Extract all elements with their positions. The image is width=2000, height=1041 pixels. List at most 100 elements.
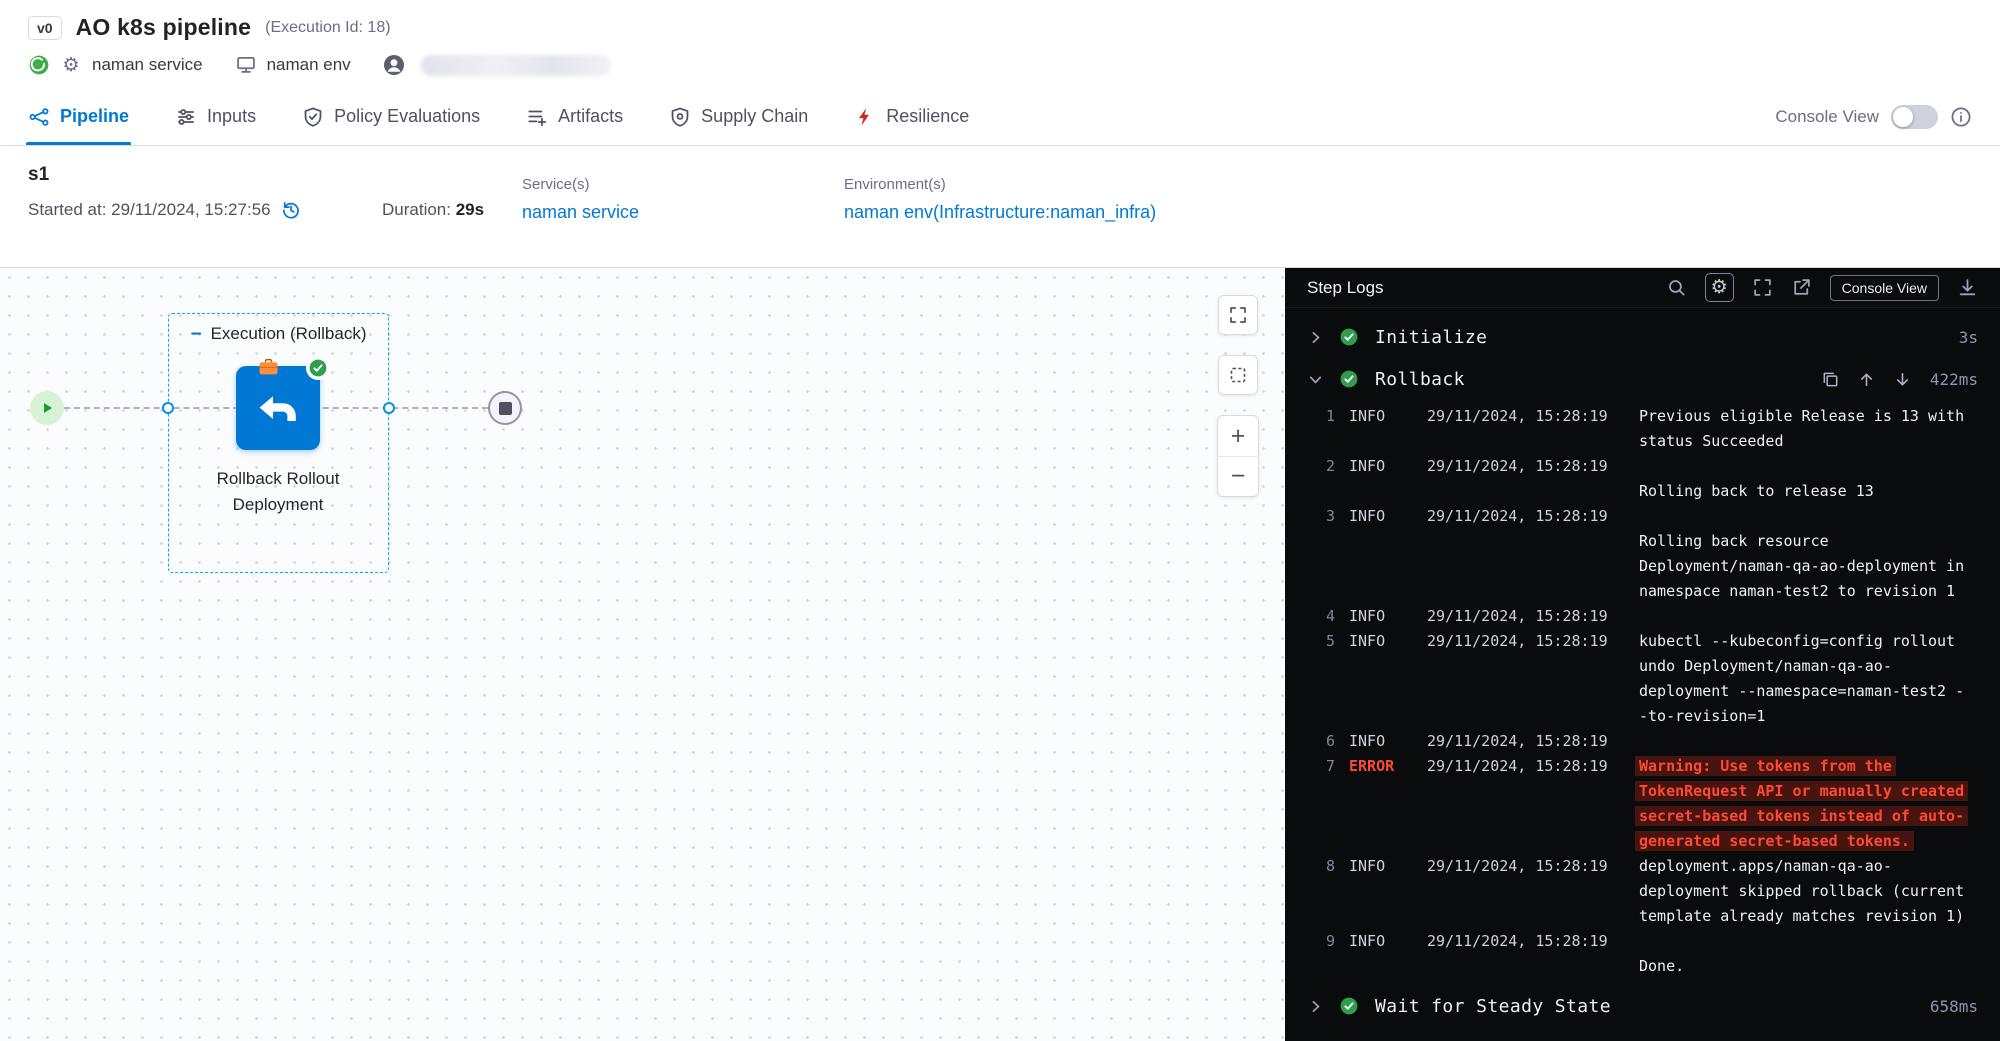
stage-summary-bar: s1 Started at: 29/11/2024, 15:27:56 Dura… [0, 146, 2000, 268]
zoom-controls: + − [1217, 415, 1259, 497]
log-settings-icon[interactable]: ⚙ [1705, 273, 1734, 302]
environment-link[interactable]: naman env(Infrastructure:naman_infra) [844, 202, 1156, 223]
log-line: 2 INFO 29/11/2024, 15:28:19 Rolling back… [1285, 454, 2000, 504]
log-timestamp: 29/11/2024, 15:28:19 [1427, 404, 1625, 454]
log-line: 1 INFO 29/11/2024, 15:28:19 Previous eli… [1285, 404, 2000, 454]
tab-policy-evaluations[interactable]: Policy Evaluations [302, 88, 480, 145]
canvas-controls: + − [1217, 295, 1259, 497]
end-node[interactable] [488, 391, 522, 425]
copy-icon[interactable] [1821, 370, 1840, 389]
check-circle-icon [1339, 996, 1359, 1016]
environment-icon [235, 54, 257, 76]
log-line-number: 3 [1311, 504, 1335, 604]
tab-pipeline[interactable]: Pipeline [28, 88, 129, 145]
stage-services: Service(s) naman service [522, 164, 844, 249]
log-level: ERROR [1349, 754, 1413, 854]
console-view-toggle[interactable] [1891, 105, 1938, 129]
undo-icon [254, 386, 302, 430]
briefcase-icon [258, 358, 279, 376]
edge-connector-right [383, 402, 395, 414]
supply-chain-icon [669, 106, 691, 128]
execution-header: v0 AO k8s pipeline (Execution Id: 18) ⚙ … [0, 0, 2000, 88]
fullscreen-icon [1228, 305, 1248, 325]
log-timestamp: 29/11/2024, 15:28:19 [1427, 604, 1625, 629]
step-node-label: Rollback Rollout Deployment [198, 466, 358, 519]
step-logs-toolbar: ⚙ Console View [1666, 273, 1978, 302]
service-link[interactable]: naman service [522, 202, 639, 223]
step-node-rollback-rollout-deployment[interactable] [236, 366, 320, 450]
log-section-actions [1821, 370, 1912, 389]
log-timestamp: 29/11/2024, 15:28:19 [1427, 854, 1625, 929]
log-level: INFO [1349, 629, 1413, 729]
log-message [1639, 729, 1980, 754]
pipeline-icon [28, 106, 50, 128]
info-icon[interactable] [1950, 106, 1972, 128]
stage-name[interactable]: s1 [28, 164, 382, 186]
log-level: INFO [1349, 404, 1413, 454]
log-section-name: Rollback [1375, 369, 1465, 390]
log-section-duration: 658ms [1930, 997, 1978, 1016]
policy-icon [302, 106, 324, 128]
edge-connector-left [162, 402, 174, 414]
log-output: 1 INFO 29/11/2024, 15:28:19 Previous eli… [1285, 400, 2000, 985]
log-section-wait-for-steady-state[interactable]: Wait for Steady State 658ms [1285, 985, 2000, 1027]
step-logs-title: Step Logs [1307, 278, 1384, 298]
log-line: 7 ERROR 29/11/2024, 15:28:19 Warning: Us… [1285, 754, 2000, 854]
log-line-number: 6 [1311, 729, 1335, 754]
pipeline-canvas[interactable]: − Execution (Rollback) Rollback Rollout … [0, 268, 1285, 1041]
download-logs-icon[interactable] [1957, 277, 1978, 298]
canvas-marquee-select-button[interactable] [1218, 355, 1258, 395]
duration-label: Duration: [382, 200, 451, 219]
tab-supply-chain[interactable]: Supply Chain [669, 88, 808, 145]
zoom-out-button[interactable]: − [1218, 456, 1258, 496]
log-section-initialize[interactable]: Initialize 3s [1285, 316, 2000, 358]
scroll-top-icon[interactable] [1857, 370, 1876, 389]
redacted-user-info [421, 55, 611, 76]
log-timestamp: 29/11/2024, 15:28:19 [1427, 754, 1625, 854]
tab-resilience[interactable]: Resilience [854, 88, 969, 145]
stage-started-at: Started at: 29/11/2024, 15:27:56 [28, 200, 271, 220]
log-line: 8 INFO 29/11/2024, 15:28:19 deployment.a… [1285, 854, 2000, 929]
search-icon[interactable] [1666, 277, 1687, 298]
version-badge: v0 [28, 16, 62, 40]
execution-group-header: − Execution (Rollback) [169, 324, 388, 344]
zoom-in-button[interactable]: + [1218, 416, 1258, 456]
execution-meta-row: ⚙ naman service naman env [28, 54, 1972, 76]
environments-label: Environment(s) [844, 176, 1972, 193]
log-timestamp: 29/11/2024, 15:28:19 [1427, 929, 1625, 979]
history-icon[interactable] [280, 199, 302, 221]
console-view-button[interactable]: Console View [1830, 275, 1939, 301]
log-message: Done. [1639, 929, 1980, 979]
log-line: 3 INFO 29/11/2024, 15:28:19 Rolling back… [1285, 504, 2000, 604]
check-circle-icon [1339, 327, 1359, 347]
gear-icon[interactable]: ⚙ [60, 54, 82, 76]
chevron-right-icon [1307, 329, 1324, 346]
environment-name[interactable]: naman env [267, 55, 351, 75]
log-line: 5 INFO 29/11/2024, 15:28:19 kubectl --ku… [1285, 629, 2000, 729]
check-circle-icon [308, 358, 328, 378]
open-in-new-icon[interactable] [1791, 277, 1812, 298]
tab-artifacts[interactable]: Artifacts [526, 88, 623, 145]
start-node[interactable] [30, 391, 64, 425]
expand-logs-icon[interactable] [1752, 277, 1773, 298]
artifacts-icon [526, 106, 548, 128]
service-name[interactable]: naman service [92, 55, 203, 75]
tab-inputs[interactable]: Inputs [175, 88, 256, 145]
log-section-rollback[interactable]: Rollback 422ms [1285, 358, 2000, 400]
rollback-step-icon [236, 366, 320, 450]
log-message: kubectl --kubeconfig=config rolloutundo … [1639, 629, 1980, 729]
scroll-bottom-icon[interactable] [1893, 370, 1912, 389]
log-message: Rolling back to release 13 [1639, 454, 1980, 504]
log-line-number: 2 [1311, 454, 1335, 504]
services-label: Service(s) [522, 176, 844, 193]
chevron-right-icon [1307, 998, 1324, 1015]
stage-duration: Duration: 29s [382, 164, 522, 249]
execution-tabbar: Pipeline Inputs Policy Evaluations Artif… [0, 88, 2000, 146]
execution-group-label: Execution (Rollback) [211, 324, 367, 344]
main-split: − Execution (Rollback) Rollback Rollout … [0, 268, 2000, 1041]
play-icon [37, 398, 57, 418]
log-level: INFO [1349, 729, 1413, 754]
canvas-fullscreen-button[interactable] [1218, 295, 1258, 335]
log-section-duration: 3s [1959, 328, 1978, 347]
collapse-icon[interactable]: − [190, 325, 201, 344]
